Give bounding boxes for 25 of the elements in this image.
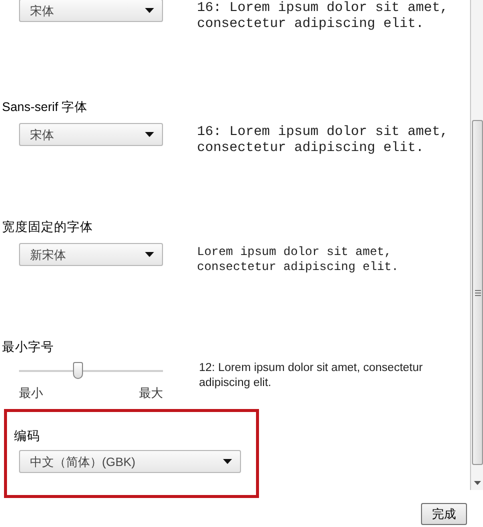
section-heading: 最小字号	[2, 340, 54, 354]
font-dropdown[interactable]: 中文（简体）(GBK)	[19, 450, 241, 473]
grip-icon	[474, 290, 480, 296]
sample-text: Lorem ipsum dolor sit amet, consectetur adipiscing elit.	[197, 245, 400, 275]
slider-max-label: 最大	[139, 385, 163, 402]
dropdown-arrow-icon	[223, 459, 232, 464]
scrollbar[interactable]	[470, 0, 483, 490]
done-button[interactable]: 完成	[421, 503, 467, 525]
font-dropdown[interactable]: 宋体	[19, 123, 163, 146]
sample-text: 12: Lorem ipsum dolor sit amet, consectetur adipiscing elit.	[199, 361, 424, 391]
font-size-slider[interactable]	[19, 361, 163, 381]
section-heading: 编码	[14, 429, 40, 443]
dropdown-arrow-icon	[145, 8, 154, 13]
section-heading: 宽度固定的字体	[2, 220, 93, 234]
section-heading: Sans-serif 字体	[2, 100, 88, 114]
font-dropdown[interactable]: 新宋体	[19, 243, 163, 266]
font-dropdown[interactable]: 宋体	[19, 0, 163, 22]
dropdown-arrow-icon	[145, 252, 154, 257]
scroll-down-icon[interactable]	[474, 481, 481, 485]
sample-text: 16: Lorem ipsum dolor sit amet, consectetur adipiscing elit.	[197, 125, 450, 157]
sample-text: 16: Lorem ipsum dolor sit amet, consectetur adipiscing elit.	[197, 1, 450, 33]
slider-min-label: 最小	[19, 385, 43, 402]
dropdown-arrow-icon	[145, 132, 154, 137]
scroll-thumb[interactable]	[472, 120, 483, 465]
slider-thumb[interactable]	[73, 362, 84, 379]
